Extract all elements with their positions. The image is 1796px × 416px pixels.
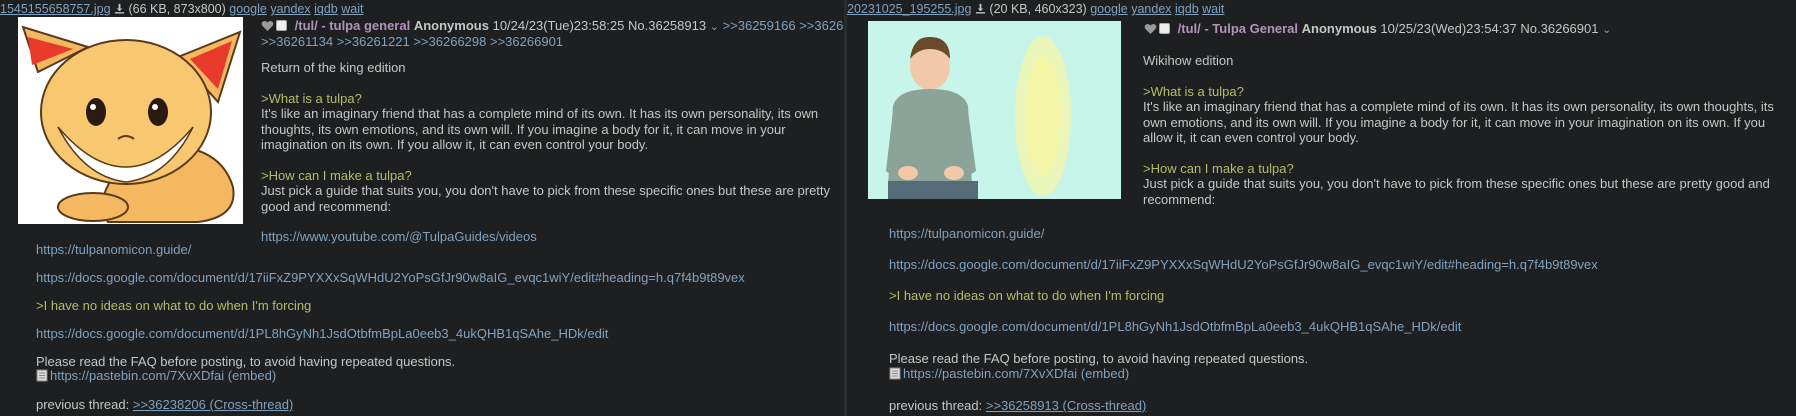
embed-link[interactable]: (embed) bbox=[228, 368, 276, 383]
edition-line: Return of the king edition bbox=[261, 60, 406, 75]
faq-notice: Please read the FAQ before posting, to a… bbox=[889, 351, 1309, 366]
answer-text: It's like an imaginary friend that has a… bbox=[261, 106, 819, 152]
file-name-link[interactable]: 1545155658757.jpg bbox=[0, 2, 111, 16]
download-icon[interactable] bbox=[975, 3, 986, 14]
post-datetime: 10/25/23(Wed)23:54:37 bbox=[1380, 21, 1517, 36]
answer-text: It's like an imaginary friend that has a… bbox=[1143, 99, 1774, 145]
search-google-link[interactable]: google bbox=[229, 2, 267, 16]
post-checkbox[interactable] bbox=[276, 20, 287, 31]
post-thumbnail[interactable] bbox=[18, 17, 243, 224]
answer-text: Just pick a guide that suits you, you do… bbox=[1143, 176, 1770, 207]
search-google-link[interactable]: google bbox=[1090, 2, 1128, 16]
edition-line: Wikihow edition bbox=[1143, 53, 1234, 68]
search-yandex-link[interactable]: yandex bbox=[270, 2, 310, 16]
forcing-doc-link[interactable]: https://docs.google.com/document/d/1PL8h… bbox=[889, 319, 1461, 334]
greentext-question: >How can I make a tulpa? bbox=[261, 167, 412, 183]
previous-thread-label: previous thread: bbox=[889, 398, 983, 413]
post-checkbox[interactable] bbox=[1159, 23, 1170, 34]
greentext-question: >What is a tulpa? bbox=[261, 90, 362, 106]
post-body: Return of the king edition >What is a tu… bbox=[261, 60, 831, 245]
post-number[interactable]: No.36258913 bbox=[628, 18, 706, 33]
left-post-panel: 1545155658757.jpg (66 KB, 873x800) googl… bbox=[0, 0, 844, 416]
backlink[interactable]: >>36261221 bbox=[337, 34, 410, 49]
backlink[interactable]: >>36260037 bbox=[799, 18, 844, 33]
pastebin-link[interactable]: https://pastebin.com/7XvXDfai bbox=[50, 368, 224, 383]
pastebin-icon bbox=[889, 367, 901, 380]
post-datetime: 10/24/23(Tue)23:58:25 bbox=[492, 18, 625, 33]
file-meta: (20 KB, 460x323) bbox=[989, 2, 1087, 16]
guide-doc-link[interactable]: https://docs.google.com/document/d/17iiF… bbox=[36, 270, 745, 285]
pastebin-icon bbox=[36, 369, 48, 382]
greentext-question: >I have no ideas on what to do when I'm … bbox=[889, 288, 1165, 303]
greentext-question: >I have no ideas on what to do when I'm … bbox=[36, 298, 312, 313]
backlink[interactable]: >>36259166 bbox=[723, 18, 796, 33]
post-body: Wikihow edition >What is a tulpa? It's l… bbox=[1143, 53, 1783, 207]
greentext-question: >What is a tulpa? bbox=[1143, 83, 1244, 99]
backlink[interactable]: >>36266298 bbox=[413, 34, 486, 49]
file-info: 20231025_195255.jpg (20 KB, 460x323) goo… bbox=[847, 2, 1224, 16]
previous-thread-link[interactable]: >>36238206 (Cross-thread) bbox=[133, 397, 293, 412]
search-iqdb-link[interactable]: iqdb bbox=[1175, 2, 1199, 16]
search-yandex-link[interactable]: yandex bbox=[1131, 2, 1171, 16]
tulpanomicon-link[interactable]: https://tulpanomicon.guide/ bbox=[889, 226, 1044, 241]
previous-thread-link[interactable]: >>36258913 (Cross-thread) bbox=[986, 398, 1146, 413]
board-name: /tul/ bbox=[294, 18, 318, 33]
youtube-link[interactable]: https://www.youtube.com/@TulpaGuides/vid… bbox=[261, 229, 537, 244]
download-icon[interactable] bbox=[114, 3, 125, 14]
board-name: /tul/ bbox=[1177, 21, 1201, 36]
chevron-down-icon[interactable]: ⌄ bbox=[1602, 24, 1611, 36]
poster-name: Anonymous bbox=[413, 18, 489, 33]
backlink[interactable]: >>36261134 bbox=[261, 34, 333, 49]
pastebin-link[interactable]: https://pastebin.com/7XvXDfai bbox=[903, 366, 1077, 381]
tulpanomicon-link[interactable]: https://tulpanomicon.guide/ bbox=[36, 242, 191, 257]
forcing-doc-link[interactable]: https://docs.google.com/document/d/1PL8h… bbox=[36, 326, 608, 341]
previous-thread-line: previous thread: >>36258913 (Cross-threa… bbox=[889, 398, 1146, 413]
post-number[interactable]: No.36266901 bbox=[1520, 21, 1598, 36]
post-header: /tul/ - tulpa general Anonymous 10/24/23… bbox=[261, 18, 844, 33]
post-subject: - tulpa general bbox=[321, 18, 411, 33]
post-header: /tul/ - Tulpa General Anonymous 10/25/23… bbox=[1144, 21, 1611, 36]
previous-thread-label: previous thread: bbox=[36, 397, 130, 412]
file-meta: (66 KB, 873x800) bbox=[128, 2, 226, 16]
answer-text: Just pick a guide that suits you, you do… bbox=[261, 183, 831, 214]
right-post-panel: 20231025_195255.jpg (20 KB, 460x323) goo… bbox=[847, 0, 1796, 416]
search-wait-link[interactable]: wait bbox=[341, 2, 363, 16]
chevron-down-icon[interactable]: ⌄ bbox=[710, 21, 719, 33]
backlink[interactable]: >>36266901 bbox=[490, 34, 563, 49]
post-thumbnail[interactable] bbox=[868, 21, 1121, 199]
file-name-link[interactable]: 20231025_195255.jpg bbox=[847, 2, 971, 16]
poster-name: Anonymous bbox=[1301, 21, 1377, 36]
search-wait-link[interactable]: wait bbox=[1202, 2, 1224, 16]
greentext-question: >How can I make a tulpa? bbox=[1143, 160, 1294, 176]
embed-link[interactable]: (embed) bbox=[1081, 366, 1129, 381]
backlinks-row: >>36261134 >>36261221 >>36266298 >>36266… bbox=[261, 34, 563, 49]
post-subject: - Tulpa General bbox=[1204, 21, 1299, 36]
heart-icon[interactable] bbox=[1144, 23, 1157, 35]
guide-doc-link[interactable]: https://docs.google.com/document/d/17iiF… bbox=[889, 257, 1598, 272]
search-iqdb-link[interactable]: iqdb bbox=[314, 2, 338, 16]
faq-notice: Please read the FAQ before posting, to a… bbox=[36, 354, 456, 369]
previous-thread-line: previous thread: >>36238206 (Cross-threa… bbox=[36, 397, 293, 412]
pastebin-line: https://pastebin.com/7XvXDfai (embed) bbox=[889, 366, 1129, 381]
heart-icon[interactable] bbox=[261, 20, 274, 32]
pastebin-line: https://pastebin.com/7XvXDfai (embed) bbox=[36, 368, 276, 383]
file-info: 1545155658757.jpg (66 KB, 873x800) googl… bbox=[0, 2, 363, 16]
